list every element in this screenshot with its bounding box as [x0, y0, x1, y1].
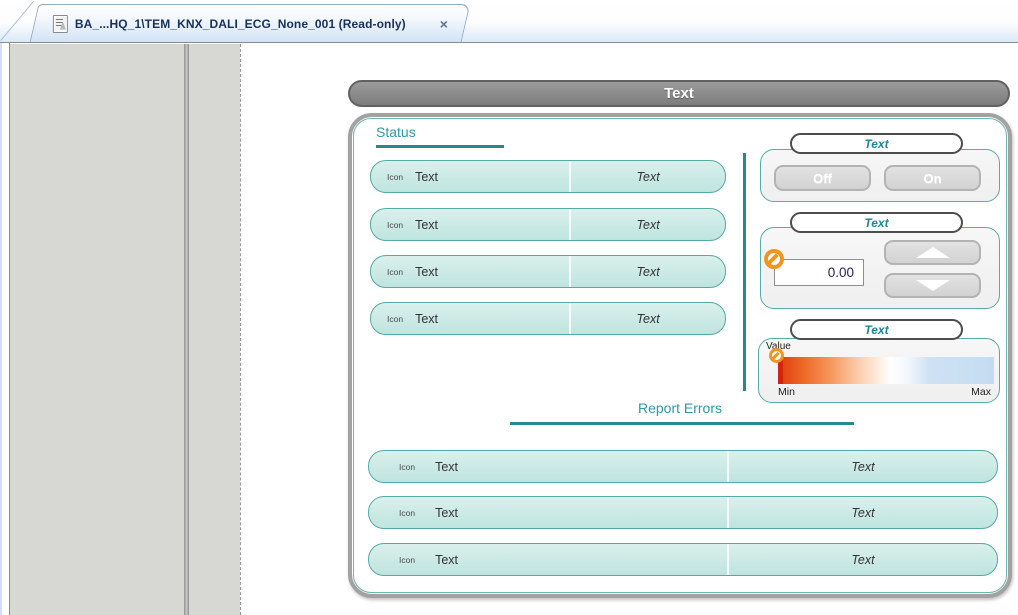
scale-group: Value Min Max: [758, 338, 1000, 403]
document-icon: [53, 15, 68, 33]
template-panel: Status Icon Text Text Icon Text Text: [348, 113, 1012, 598]
error-row: Icon Text Text: [368, 450, 998, 483]
error-label: Text: [435, 506, 458, 520]
switch-group-label: Text: [790, 133, 963, 154]
error-label: Text: [435, 553, 458, 567]
status-row: Icon Text Text: [370, 160, 726, 193]
status-icon-placeholder: Icon: [387, 172, 403, 182]
error-value: Text: [851, 460, 874, 474]
error-label: Text: [435, 460, 458, 474]
scale-max-label: Max: [971, 386, 991, 398]
column-separator: [743, 153, 746, 391]
scale-group-label: Text: [790, 319, 963, 340]
value-scale-bar: [778, 357, 994, 384]
off-button[interactable]: Off: [774, 165, 871, 191]
document-tab[interactable]: BA_...HQ_1\TEM_KNX_DALI_ECG_None_001 (Re…: [30, 4, 471, 42]
close-icon[interactable]: ×: [437, 16, 451, 32]
graphics-canvas: Text Status Icon Text Text Icon: [242, 44, 1018, 615]
status-value: Text: [637, 265, 660, 279]
status-value: Text: [637, 170, 660, 184]
window-edge: [0, 43, 2, 615]
error-icon-placeholder: Icon: [399, 462, 415, 472]
status-label: Text: [415, 265, 438, 279]
status-row: Icon Text Text: [370, 302, 726, 335]
left-panel: [10, 44, 185, 615]
no-entry-icon: [764, 249, 784, 269]
status-value: Text: [637, 218, 660, 232]
tab-title: BA_...HQ_1\TEM_KNX_DALI_ECG_None_001 (Re…: [75, 17, 430, 31]
status-icon-placeholder: Icon: [387, 220, 403, 230]
arrow-down-icon: [916, 280, 950, 291]
error-value: Text: [851, 506, 874, 520]
error-icon-placeholder: Icon: [399, 555, 415, 565]
template-header: Text: [348, 80, 1010, 107]
status-icon-placeholder: Icon: [387, 314, 403, 324]
status-heading: Status: [376, 124, 416, 140]
spinner-group-label: Text: [790, 212, 963, 233]
tab-bar: BA_...HQ_1\TEM_KNX_DALI_ECG_None_001 (Re…: [0, 0, 1018, 42]
on-button[interactable]: On: [884, 165, 981, 191]
no-entry-icon: [769, 348, 784, 363]
template-header-label: Text: [664, 85, 694, 102]
status-label: Text: [415, 218, 438, 232]
status-underline: [376, 145, 504, 148]
scale-min-label: Min: [778, 386, 795, 398]
value-input[interactable]: 0.00: [774, 259, 864, 286]
switch-group: Off On: [760, 149, 1000, 202]
error-row: Icon Text Text: [368, 543, 998, 576]
arrow-up-icon: [916, 247, 950, 258]
tab-well-edge: [0, 1, 34, 41]
status-label: Text: [415, 312, 438, 326]
status-icon-placeholder: Icon: [387, 267, 403, 277]
status-label: Text: [415, 170, 438, 184]
decrement-button[interactable]: [884, 273, 981, 298]
increment-button[interactable]: [884, 240, 981, 265]
workspace: Text Status Icon Text Text Icon: [0, 42, 1018, 614]
error-row: Icon Text Text: [368, 496, 998, 529]
report-errors-underline: [510, 422, 854, 425]
status-value: Text: [637, 312, 660, 326]
status-row: Icon Text Text: [370, 208, 726, 241]
error-icon-placeholder: Icon: [399, 508, 415, 518]
error-value: Text: [851, 553, 874, 567]
secondary-panel: [189, 44, 240, 615]
status-row: Icon Text Text: [370, 255, 726, 288]
canvas-guide-line: [240, 44, 241, 615]
spinner-group: 0.00: [760, 227, 1000, 309]
